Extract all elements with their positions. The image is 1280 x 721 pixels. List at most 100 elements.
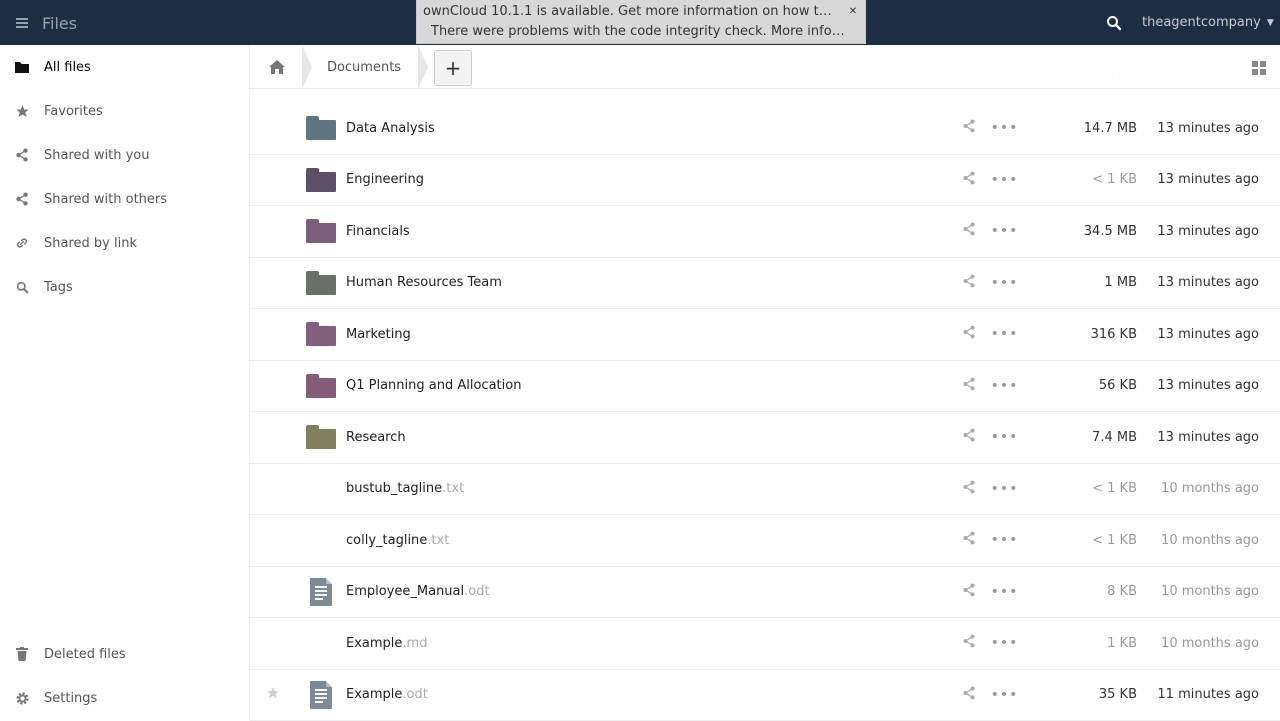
favorite-toggle[interactable] — [250, 155, 296, 206]
close-icon[interactable]: ✕ — [847, 5, 859, 17]
file-name[interactable]: Employee_Manual.odt — [346, 584, 954, 599]
file-name[interactable]: colly_tagline.txt — [346, 533, 954, 548]
more-actions-icon[interactable]: ••• — [991, 326, 1019, 342]
file-row[interactable]: bustub_tagline.txt•••< 1 KB10 months ago — [250, 464, 1280, 516]
favorite-toggle[interactable] — [250, 515, 296, 566]
favorite-toggle[interactable] — [250, 464, 296, 515]
file-size: 7.4 MB — [1026, 430, 1137, 445]
share-icon[interactable] — [962, 480, 976, 498]
more-actions-icon[interactable]: ••• — [991, 687, 1019, 703]
file-name[interactable]: Marketing — [346, 327, 954, 342]
more-actions-icon[interactable]: ••• — [991, 223, 1019, 239]
file-name[interactable]: Research — [346, 430, 954, 445]
favorite-toggle[interactable] — [250, 361, 296, 412]
file-row[interactable]: Financials•••34.5 MB13 minutes ago — [250, 206, 1280, 258]
file-thumbnail[interactable] — [296, 309, 346, 360]
share-icon[interactable] — [962, 325, 976, 343]
home-icon — [269, 60, 285, 74]
more-actions-icon[interactable]: ••• — [991, 584, 1019, 600]
breadcrumb-home[interactable] — [252, 47, 302, 87]
file-row[interactable]: Employee_Manual.odt•••8 KB10 months ago — [250, 567, 1280, 619]
share-icon[interactable] — [962, 634, 976, 652]
file-name[interactable]: Example.odt — [346, 687, 954, 702]
favorite-toggle[interactable] — [250, 309, 296, 360]
file-row[interactable]: Example.md•••1 KB10 months ago — [250, 618, 1280, 670]
new-button[interactable]: + — [434, 50, 472, 86]
file-thumbnail[interactable] — [296, 412, 346, 463]
search-button[interactable] — [1102, 11, 1126, 35]
file-row[interactable]: Marketing•••316 KB13 minutes ago — [250, 309, 1280, 361]
more-actions-icon[interactable]: ••• — [991, 378, 1019, 394]
sidebar-item-shared-with-you[interactable]: Shared with you — [0, 133, 250, 177]
more-actions-icon[interactable]: ••• — [991, 532, 1019, 548]
more-actions-icon[interactable]: ••• — [991, 429, 1019, 445]
sidebar-item-all-files[interactable]: All files — [0, 45, 250, 89]
file-thumbnail[interactable] — [296, 361, 346, 412]
share-icon[interactable] — [962, 531, 976, 549]
file-thumbnail[interactable] — [296, 206, 346, 257]
share-icon[interactable] — [962, 377, 976, 395]
sidebar-item-favorites[interactable]: Favorites — [0, 89, 250, 133]
file-name[interactable]: Human Resources Team — [346, 275, 954, 290]
sidebar-item-shared-with-others[interactable]: Shared with others — [0, 177, 250, 221]
favorite-toggle[interactable] — [250, 618, 296, 669]
more-actions-icon[interactable]: ••• — [991, 120, 1019, 136]
breadcrumb-documents[interactable]: Documents — [310, 45, 418, 89]
favorite-toggle[interactable] — [250, 258, 296, 309]
file-row[interactable]: Data Analysis•••14.7 MB13 minutes ago — [250, 103, 1280, 155]
file-name[interactable]: Financials — [346, 224, 954, 239]
more-actions-icon[interactable]: ••• — [991, 172, 1019, 188]
file-name[interactable]: Q1 Planning and Allocation — [346, 378, 954, 393]
more-actions-icon[interactable]: ••• — [991, 275, 1019, 291]
file-thumbnail[interactable] — [296, 464, 346, 515]
favorite-toggle[interactable] — [250, 412, 296, 463]
file-row[interactable]: Example.odt•••35 KB11 minutes ago — [250, 670, 1280, 721]
file-thumbnail[interactable] — [296, 515, 346, 566]
file-basename: Data Analysis — [346, 121, 435, 136]
file-thumbnail[interactable] — [296, 567, 346, 618]
share-icon[interactable] — [962, 583, 976, 601]
sidebar-item-settings[interactable]: Settings — [0, 676, 250, 720]
update-notification-text[interactable]: ownCloud 10.1.1 is available. Get more i… — [423, 2, 838, 21]
tag-icon — [14, 279, 30, 295]
file-name[interactable]: Data Analysis — [346, 121, 954, 136]
file-row[interactable]: colly_tagline.txt•••< 1 KB10 months ago — [250, 515, 1280, 567]
file-row[interactable]: Human Resources Team•••1 MB13 minutes ag… — [250, 258, 1280, 310]
file-modified: 10 months ago — [1137, 533, 1259, 548]
favorite-toggle[interactable] — [250, 567, 296, 618]
file-row[interactable]: Research•••7.4 MB13 minutes ago — [250, 412, 1280, 464]
file-thumbnail[interactable] — [296, 103, 346, 154]
share-icon[interactable] — [962, 428, 976, 446]
share-icon[interactable] — [962, 119, 976, 137]
update-notification[interactable]: ownCloud 10.1.1 is available. Get more i… — [423, 2, 861, 22]
file-thumbnail[interactable] — [296, 618, 346, 669]
sidebar-item-tags[interactable]: Tags — [0, 265, 250, 309]
file-thumbnail[interactable] — [296, 258, 346, 309]
file-name[interactable]: Example.md — [346, 636, 954, 651]
favorite-toggle[interactable] — [250, 103, 296, 154]
share-icon[interactable] — [962, 171, 976, 189]
file-basename: Example — [346, 687, 402, 702]
grid-view-toggle[interactable] — [1244, 53, 1274, 83]
favorite-toggle[interactable] — [250, 206, 296, 257]
more-actions-icon[interactable]: ••• — [991, 635, 1019, 651]
integrity-notification[interactable]: There were problems with the code integr… — [423, 22, 861, 42]
share-icon[interactable] — [962, 222, 976, 240]
favorite-toggle[interactable] — [250, 670, 296, 721]
file-row[interactable]: Q1 Planning and Allocation•••56 KB13 min… — [250, 361, 1280, 413]
user-menu[interactable]: theagentcompany ▼ — [1132, 0, 1280, 45]
file-extension: .odt — [402, 687, 427, 702]
share-icon[interactable] — [962, 274, 976, 292]
sidebar-item-deleted-files[interactable]: Deleted files — [0, 632, 250, 676]
more-actions-icon[interactable]: ••• — [991, 481, 1019, 497]
file-extension: .md — [402, 636, 427, 651]
app-menu-toggle[interactable]: Files — [16, 12, 77, 34]
share-icon[interactable] — [962, 686, 976, 704]
file-row[interactable]: Engineering•••< 1 KB13 minutes ago — [250, 155, 1280, 207]
file-thumbnail[interactable] — [296, 670, 346, 721]
file-name[interactable]: Engineering — [346, 172, 954, 187]
sidebar-item-shared-by-link[interactable]: Shared by link — [0, 221, 250, 265]
file-name[interactable]: bustub_tagline.txt — [346, 481, 954, 496]
integrity-notification-text[interactable]: There were problems with the code integr… — [431, 22, 846, 41]
file-thumbnail[interactable] — [296, 155, 346, 206]
